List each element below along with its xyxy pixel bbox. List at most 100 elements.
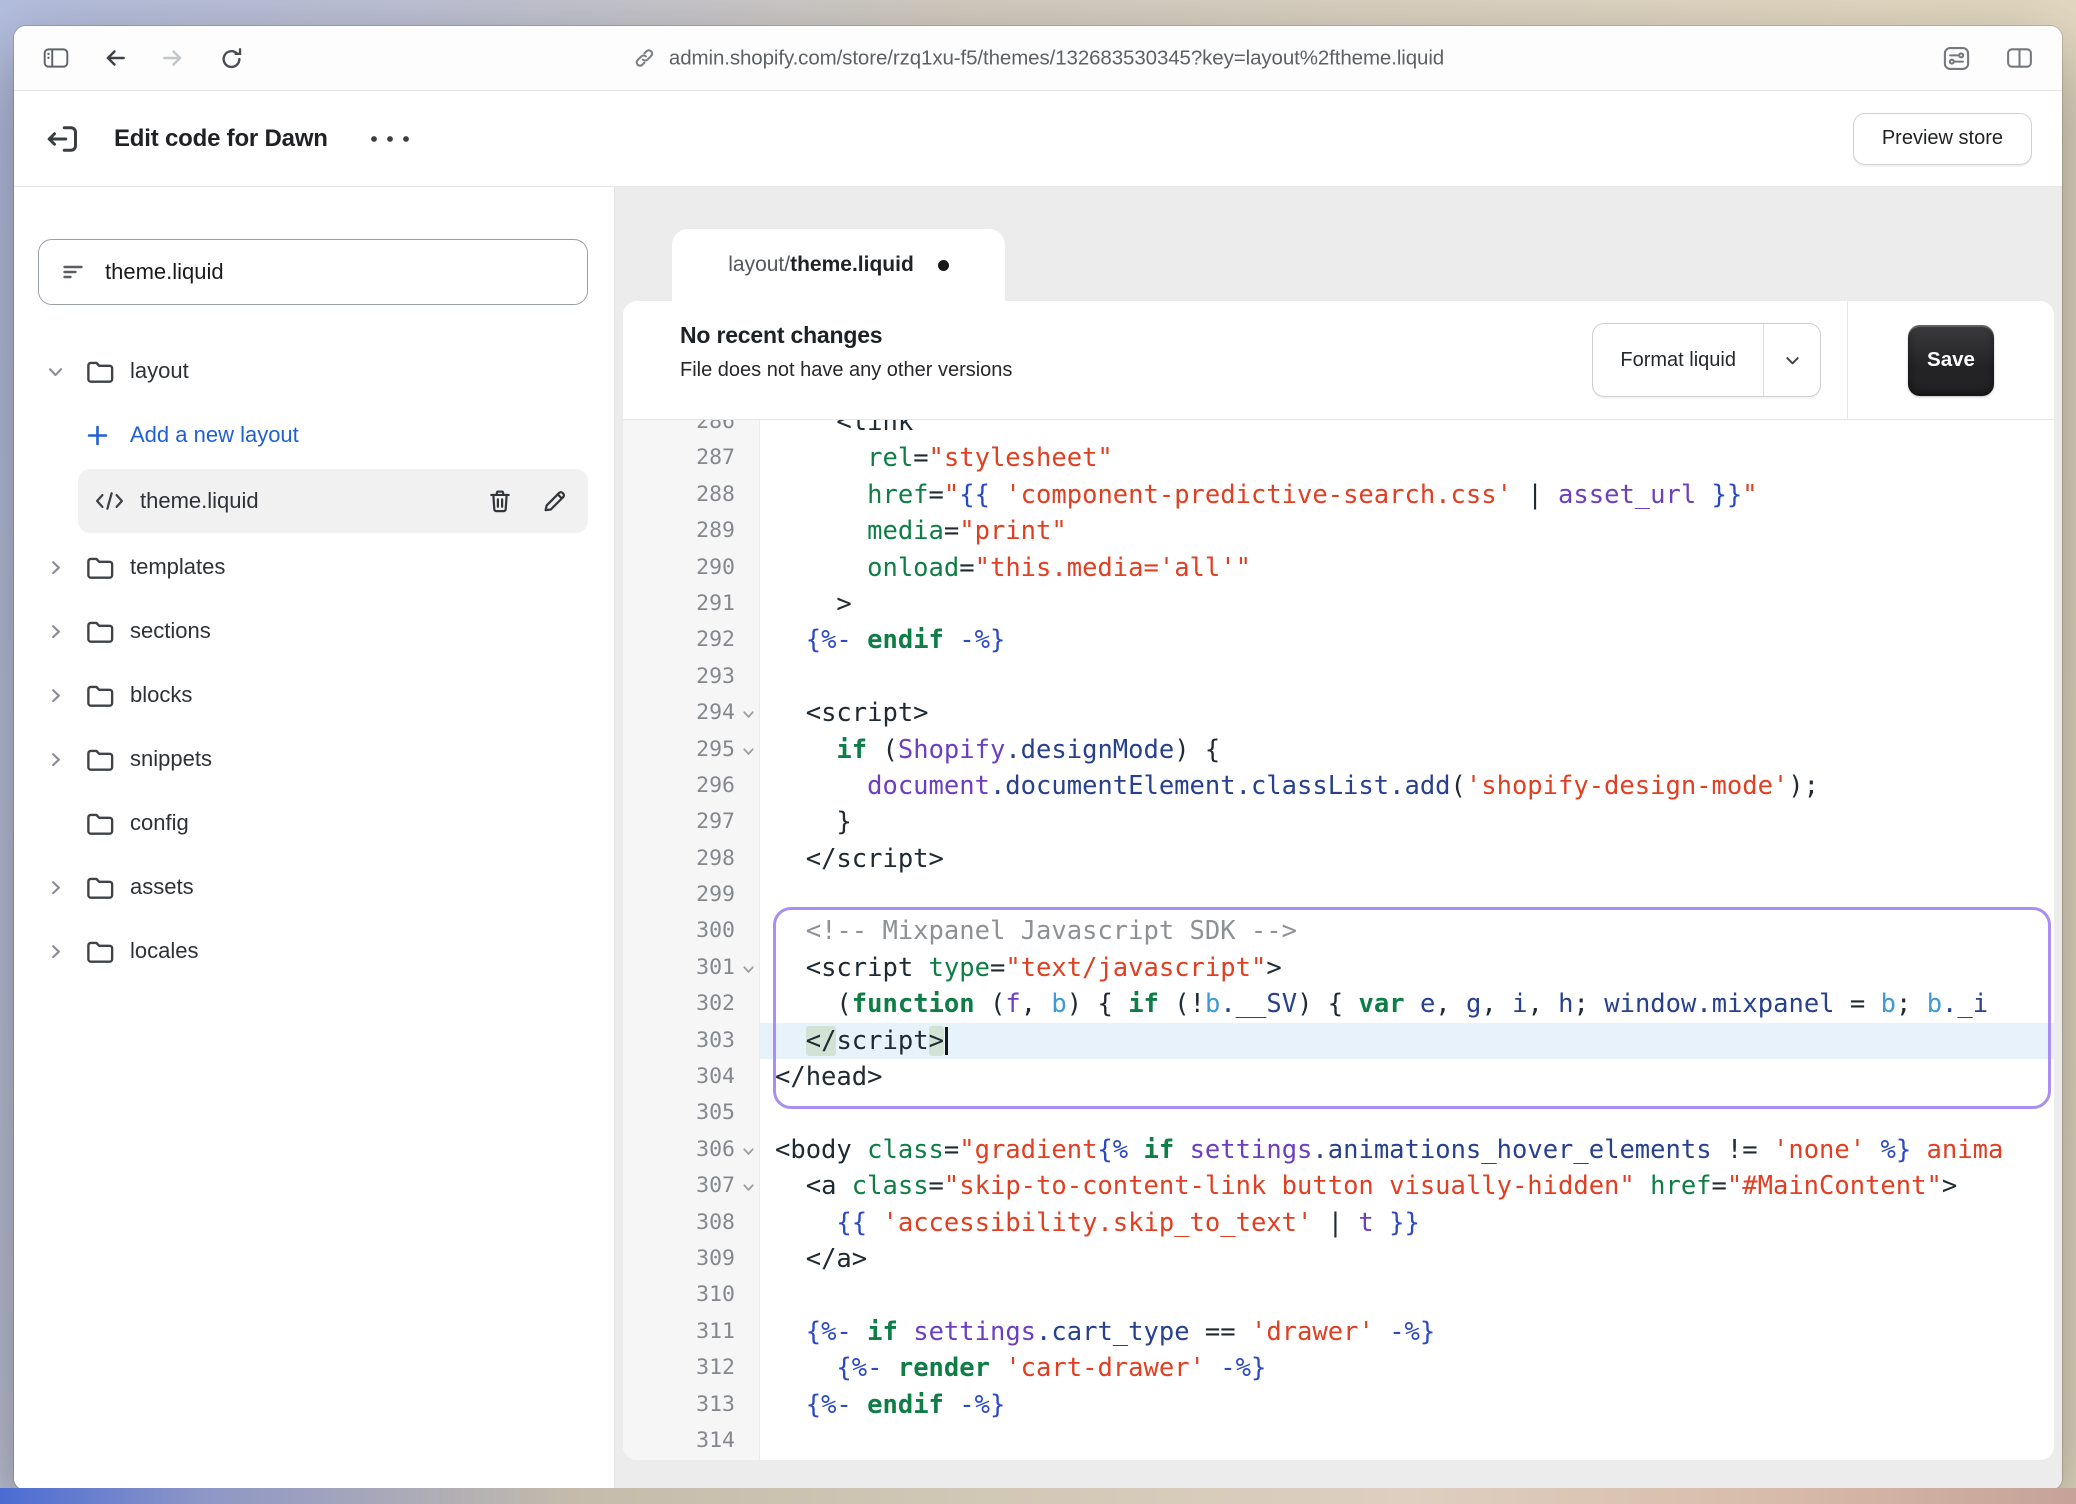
delete-file-icon[interactable] [486, 487, 514, 515]
code-text[interactable]: {{ 'accessibility.skip_to_text' | t }} [760, 1205, 2054, 1241]
code-text[interactable]: <script> [760, 695, 2054, 731]
fold-chevron-icon[interactable] [740, 743, 757, 760]
code-text[interactable]: document.documentElement.classList.add('… [760, 768, 2054, 804]
file-tree: layoutAdd a new layouttheme.liquidtempla… [14, 305, 614, 983]
overflow-menu-button[interactable] [368, 133, 412, 145]
code-editor[interactable]: 286 <link287 rel="stylesheet"288 href="{… [623, 420, 2054, 1460]
chevron-right-icon[interactable] [38, 620, 84, 643]
rename-file-icon[interactable] [540, 487, 568, 515]
back-icon[interactable] [102, 45, 128, 71]
code-line-297: 297 } [623, 804, 2054, 840]
sidebar-toggle-icon[interactable] [42, 45, 70, 71]
line-number: 310 [623, 1277, 760, 1313]
page-settings-icon[interactable] [1942, 45, 1971, 72]
sidebar-item-assets[interactable]: assets [38, 855, 588, 919]
forward-icon[interactable] [160, 45, 186, 71]
sidebar-item-config[interactable]: config [38, 791, 588, 855]
sidebar-item-snippets[interactable]: snippets [38, 727, 588, 791]
save-zone: Save [1847, 301, 2054, 419]
fold-chevron-icon[interactable] [740, 961, 757, 978]
text-cursor [945, 1027, 948, 1055]
code-text[interactable]: rel="stylesheet" [760, 440, 2054, 476]
code-line-313: 313 {%- endif -%} [623, 1387, 2054, 1423]
code-text[interactable]: if (Shopify.designMode) { [760, 732, 2054, 768]
code-line-315: 315 {% sections 'header-group' %} [623, 1459, 2054, 1460]
line-number: 296 [623, 768, 760, 804]
code-text[interactable] [760, 1423, 2054, 1459]
code-text[interactable]: {%- render 'cart-drawer' -%} [760, 1350, 2054, 1386]
line-number: 291 [623, 586, 760, 622]
line-number: 305 [623, 1095, 760, 1131]
code-text[interactable]: <body class="gradient{% if settings.anim… [760, 1132, 2054, 1168]
code-text[interactable]: onload="this.media='all'" [760, 550, 2054, 586]
reload-icon[interactable] [218, 45, 245, 72]
sidebar-item-locales[interactable]: locales [38, 919, 588, 983]
split-view-icon[interactable] [2005, 45, 2034, 71]
code-text[interactable]: </head> [760, 1059, 2054, 1095]
chevron-right-icon[interactable] [38, 748, 84, 771]
code-line-309: 309 </a> [623, 1241, 2054, 1277]
code-text[interactable]: <!-- Mixpanel Javascript SDK --> [760, 913, 2054, 949]
code-text[interactable]: } [760, 804, 2054, 840]
folder-icon [84, 936, 130, 966]
desktop-background-strip [0, 1488, 2076, 1504]
code-text[interactable] [760, 877, 2054, 913]
plus-icon [84, 422, 130, 449]
code-text[interactable]: {% sections 'header-group' %} [760, 1459, 2054, 1460]
save-button[interactable]: Save [1908, 325, 1994, 396]
sidebar-item-sections[interactable]: sections [38, 599, 588, 663]
fold-chevron-icon[interactable] [740, 1179, 757, 1196]
fold-chevron-icon[interactable] [740, 706, 757, 723]
format-liquid-button[interactable]: Format liquid [1593, 324, 1763, 396]
file-sidebar: layoutAdd a new layouttheme.liquidtempla… [14, 187, 615, 1490]
code-text[interactable]: media="print" [760, 513, 2054, 549]
line-number: 294 [623, 695, 760, 731]
code-line-290: 290 onload="this.media='all'" [623, 550, 2054, 586]
line-number: 299 [623, 877, 760, 913]
fold-chevron-icon[interactable] [740, 1143, 757, 1160]
code-text[interactable] [760, 1277, 2054, 1313]
chevron-right-icon[interactable] [38, 940, 84, 963]
sidebar-item-theme-liquid[interactable]: theme.liquid [78, 469, 588, 533]
code-text[interactable]: {%- if settings.cart_type == 'drawer' -%… [760, 1314, 2054, 1350]
editor-area: layout/theme.liquid No recent changes Fi… [615, 187, 2062, 1490]
format-dropdown-button[interactable] [1763, 324, 1820, 396]
file-search[interactable] [38, 239, 588, 305]
tab-bar: layout/theme.liquid [623, 187, 2054, 301]
code-line-310: 310 [623, 1277, 2054, 1313]
tree-item-label: assets [130, 874, 194, 900]
exit-icon[interactable] [44, 121, 80, 157]
editor-panel: No recent changes File does not have any… [623, 301, 2054, 1460]
line-number: 297 [623, 804, 760, 840]
page-title: Edit code for Dawn [114, 125, 328, 153]
add-new-layout-button[interactable]: Add a new layout [38, 403, 588, 467]
code-text[interactable]: </a> [760, 1241, 2054, 1277]
search-input[interactable] [103, 258, 567, 286]
chevron-right-icon[interactable] [38, 876, 84, 899]
code-text[interactable]: (function (f, b) { if (!b.__SV) { var e,… [760, 986, 2054, 1022]
chevron-right-icon[interactable] [38, 556, 84, 579]
code-line-294: 294 <script> [623, 695, 2054, 731]
code-text[interactable]: {%- endif -%} [760, 1387, 2054, 1423]
address-bar[interactable]: admin.shopify.com/store/rzq1xu-f5/themes… [632, 46, 1444, 71]
sidebar-item-blocks[interactable]: blocks [38, 663, 588, 727]
code-line-288: 288 href="{{ 'component-predictive-searc… [623, 477, 2054, 513]
code-text[interactable]: > [760, 586, 2054, 622]
code-text[interactable]: {%- endif -%} [760, 622, 2054, 658]
chevron-down-icon[interactable] [38, 360, 84, 383]
code-text[interactable]: href="{{ 'component-predictive-search.cs… [760, 477, 2054, 513]
chevron-right-icon[interactable] [38, 684, 84, 707]
tab-theme-liquid[interactable]: layout/theme.liquid [672, 229, 1005, 301]
code-text[interactable] [760, 1095, 2054, 1131]
code-text[interactable]: <script type="text/javascript"> [760, 950, 2054, 986]
code-text[interactable] [760, 659, 2054, 695]
line-number: 307 [623, 1168, 760, 1204]
code-text[interactable]: </script> [760, 841, 2054, 877]
code-text[interactable]: <a class="skip-to-content-link button vi… [760, 1168, 2054, 1204]
code-text[interactable]: <link [760, 420, 2054, 440]
preview-store-button[interactable]: Preview store [1853, 113, 2032, 165]
line-number: 301 [623, 950, 760, 986]
sidebar-item-layout[interactable]: layout [38, 339, 588, 403]
sidebar-item-templates[interactable]: templates [38, 535, 588, 599]
code-text[interactable]: </script> [760, 1023, 2054, 1059]
